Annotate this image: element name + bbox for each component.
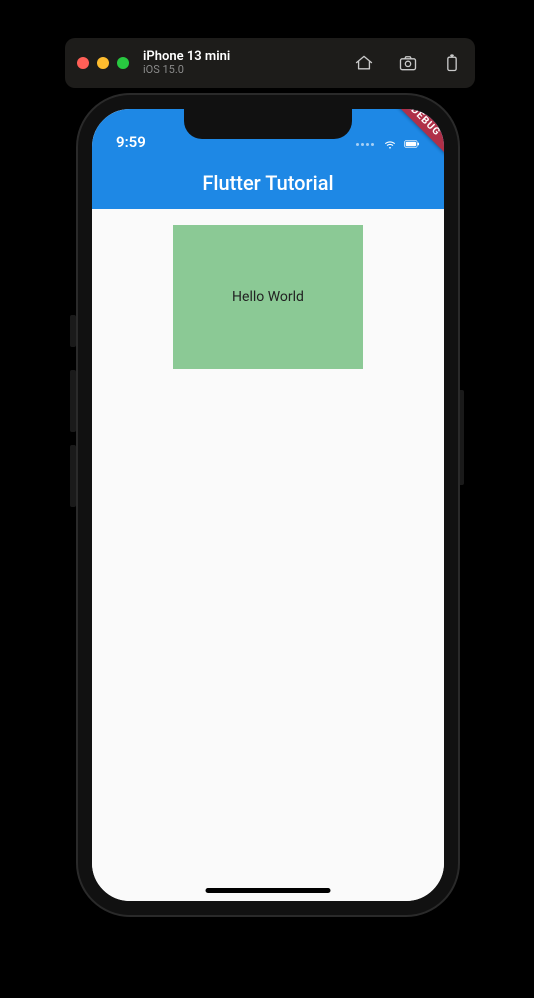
cellular-icon xyxy=(356,143,374,146)
home-icon[interactable] xyxy=(353,52,375,74)
status-icons xyxy=(356,137,420,151)
status-time: 9:59 xyxy=(116,133,146,151)
home-indicator[interactable] xyxy=(206,888,331,893)
power-button[interactable] xyxy=(458,390,464,485)
rotate-icon[interactable] xyxy=(441,52,463,74)
close-window-button[interactable] xyxy=(77,57,89,69)
mute-switch[interactable] xyxy=(70,315,76,347)
hello-world-text: Hello World xyxy=(232,289,304,305)
simulator-os-version: iOS 15.0 xyxy=(143,64,230,76)
battery-icon xyxy=(404,137,420,151)
notch xyxy=(184,109,352,139)
simulator-toolbar xyxy=(353,52,463,74)
simulator-device-name: iPhone 13 mini xyxy=(143,50,230,64)
volume-down-button[interactable] xyxy=(70,445,76,507)
simulator-title-block: iPhone 13 mini iOS 15.0 xyxy=(143,50,230,76)
green-container: Hello World xyxy=(173,225,363,369)
window-controls xyxy=(77,57,129,69)
device-frame: DEBUG 9:59 Flutter Tutorial Hello World xyxy=(78,95,458,915)
app-bar-title: Flutter Tutorial xyxy=(202,171,333,195)
minimize-window-button[interactable] xyxy=(97,57,109,69)
screenshot-icon[interactable] xyxy=(397,52,419,74)
volume-up-button[interactable] xyxy=(70,370,76,432)
app-bar: Flutter Tutorial xyxy=(92,157,444,209)
simulator-titlebar: iPhone 13 mini iOS 15.0 xyxy=(65,38,475,88)
zoom-window-button[interactable] xyxy=(117,57,129,69)
app-body: Hello World xyxy=(92,209,444,901)
wifi-icon xyxy=(382,137,398,151)
